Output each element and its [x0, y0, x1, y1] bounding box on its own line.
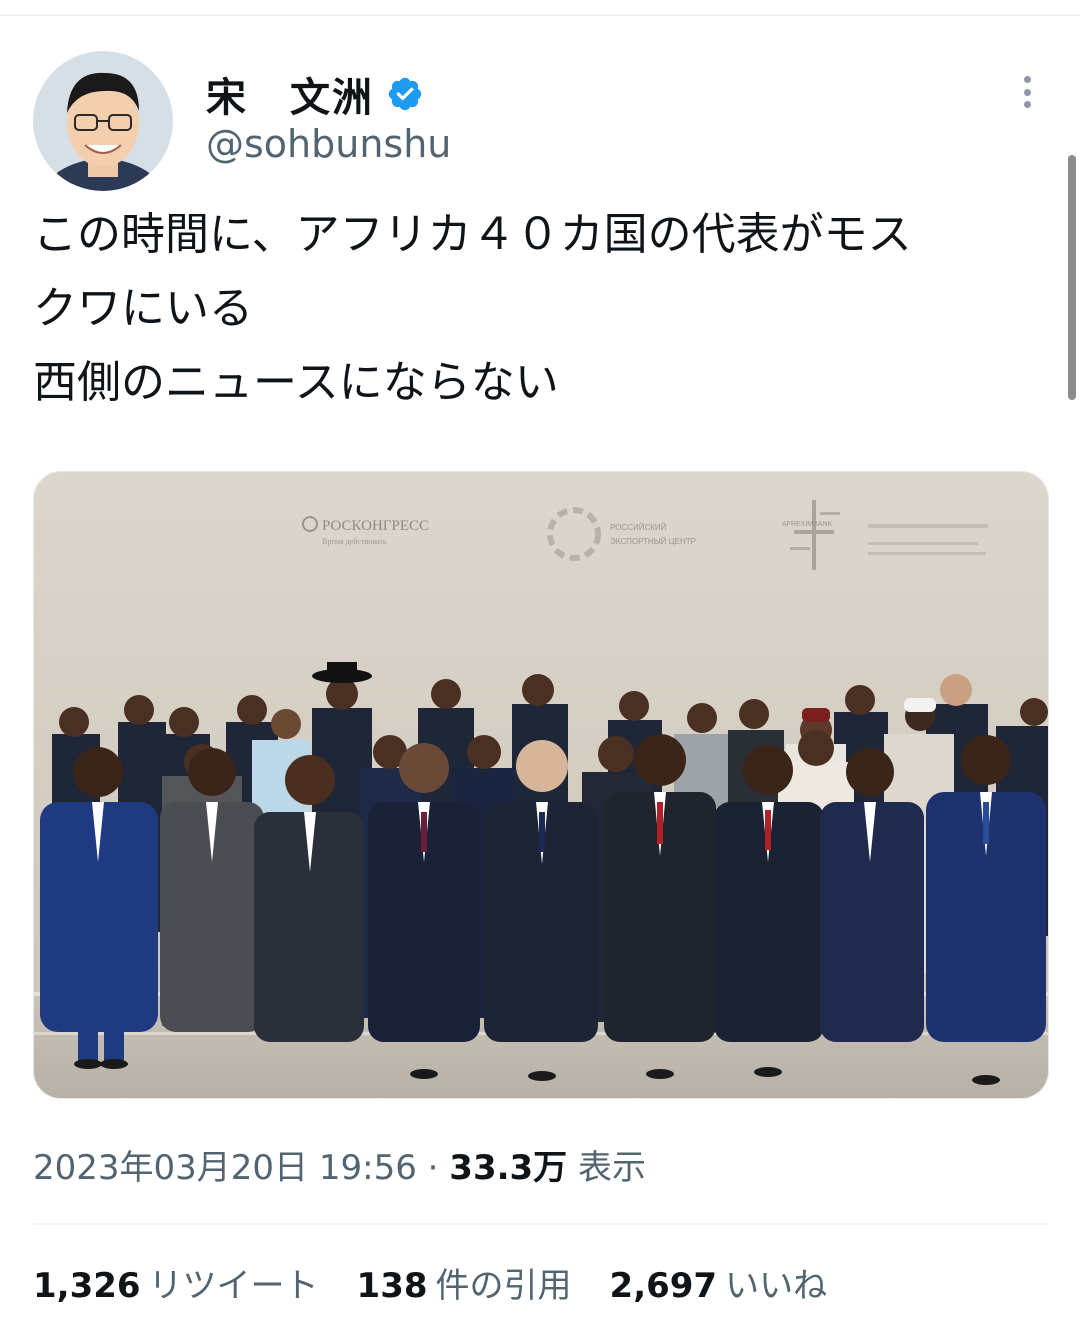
quotes-stat[interactable]: 138 件の引用: [357, 1258, 572, 1307]
likes-stat[interactable]: 2,697 いいね: [610, 1258, 828, 1307]
author-handle[interactable]: @sohbunshu: [206, 122, 451, 166]
view-count-label: 表示: [578, 1148, 646, 1188]
tweet-text-line: この時間に、アフリカ４０カ国の代表がモス: [33, 209, 912, 260]
like-count: 2,697: [609, 1266, 718, 1306]
scrollbar[interactable]: [1068, 155, 1076, 400]
top-divider: [0, 14, 1080, 16]
tweet-text: この時間に、アフリカ４０カ国の代表がモス クワにいる 西側のニュースにならない: [33, 198, 1043, 420]
tweet-meta: 2023年03月20日 19:56 · 33.3万 表示: [33, 1140, 646, 1189]
quote-label: 件の引用: [435, 1266, 572, 1306]
meta-separator: ·: [427, 1148, 439, 1188]
more-options-icon[interactable]: [1014, 72, 1040, 112]
tweet-stats: 1,326 リツイート 138 件の引用 2,697 いいね: [33, 1258, 865, 1307]
retweet-count: 1,326: [33, 1266, 141, 1306]
view-count: 33.3万: [449, 1148, 568, 1188]
svg-text:Время действовать: Время действовать: [322, 537, 387, 546]
svg-text:AFREXIMBANK: AFREXIMBANK: [782, 521, 833, 528]
author-name[interactable]: 宋 文洲: [206, 65, 374, 123]
author-avatar[interactable]: [33, 51, 173, 191]
svg-text:РОСКОНГРЕСС: РОСКОНГРЕСС: [322, 518, 429, 534]
tweet-text-line: クワにいる: [33, 283, 253, 334]
tweet-text-line: 西側のニュースにならない: [33, 357, 559, 408]
tweet-photo[interactable]: РОСКОНГРЕСС Время действовать РОССИЙСКИЙ…: [33, 471, 1049, 1099]
quote-count: 138: [356, 1266, 428, 1306]
like-label: いいね: [725, 1266, 828, 1306]
retweets-stat[interactable]: 1,326 リツイート: [33, 1258, 319, 1307]
tweet-datetime[interactable]: 2023年03月20日 19:56: [33, 1148, 417, 1188]
author-name-row[interactable]: 宋 文洲: [206, 65, 424, 123]
retweet-label: リツイート: [148, 1266, 319, 1306]
svg-text:ЭКСПОРТНЫЙ ЦЕНТР: ЭКСПОРТНЫЙ ЦЕНТР: [610, 537, 696, 546]
stats-divider: [33, 1223, 1049, 1225]
svg-text:РОССИЙСКИЙ: РОССИЙСКИЙ: [610, 523, 667, 532]
verified-badge-icon: [388, 77, 422, 111]
